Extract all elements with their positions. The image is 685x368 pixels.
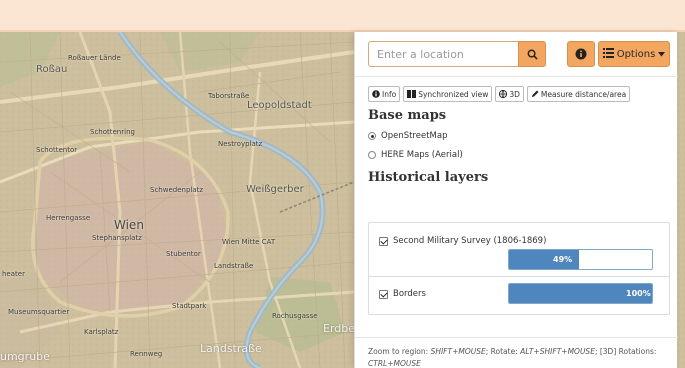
search-icon	[527, 45, 538, 64]
tab-3d[interactable]: 3D	[495, 86, 524, 102]
tab-measure[interactable]: Measure distance/area	[526, 86, 631, 102]
opacity-slider-borders[interactable]: 100%	[508, 283, 653, 304]
tab-label: Synchronized view	[418, 89, 489, 99]
tab-label: Measure distance/area	[540, 89, 627, 99]
map-label: Schottenring	[90, 128, 135, 136]
map-label: Herrengasse	[46, 214, 91, 222]
layer-row-military-survey: Second Military Survey (1806-1869)	[379, 236, 546, 246]
map-label: Nestroyplatz	[218, 140, 263, 148]
options-label: Options	[616, 48, 656, 60]
layer-label: Borders	[393, 289, 426, 299]
base-map-label: HERE Maps (Aerial)	[381, 150, 463, 160]
opacity-value: 100%	[626, 289, 651, 298]
list-icon	[602, 47, 614, 61]
search-button[interactable]	[518, 41, 546, 67]
options-button[interactable]: Options	[598, 41, 670, 67]
map-label: Rennweg	[130, 350, 163, 358]
app-root: Roßauer Lände Roßau Taborstraße Leopolds…	[0, 0, 685, 368]
radio-selected[interactable]	[368, 132, 376, 140]
hint-keys: ALT+SHIFT+MOUSE	[520, 347, 595, 356]
base-map-option-here[interactable]: HERE Maps (Aerial)	[368, 150, 463, 160]
keyboard-hints: Zoom to region: SHIFT+MOUSE; Rotate: ALT…	[368, 346, 668, 368]
map-label: Schottentor	[36, 146, 78, 154]
map-label: Wien Mitte CAT	[222, 238, 276, 246]
pencil-icon	[531, 90, 539, 98]
historical-layers-title: Historical layers	[368, 170, 489, 185]
hint-text: ; Rotate:	[485, 347, 521, 356]
tab-label: Info	[382, 89, 397, 99]
globe-icon	[499, 90, 508, 98]
map-label: Stubentor	[166, 250, 201, 258]
map-label: umgrube	[0, 350, 50, 363]
hint-text: ; [3D] Rotations:	[594, 347, 657, 356]
map-label: Roßauer Lände	[68, 54, 121, 62]
map-label: Landstraße	[214, 262, 254, 270]
map-label: Museumsquartier	[8, 308, 70, 316]
map-label: heater	[2, 270, 25, 278]
map-label: Rochusgasse	[272, 312, 318, 320]
search-input[interactable]	[368, 41, 518, 67]
radio-unselected[interactable]	[368, 151, 376, 159]
info-icon	[575, 45, 587, 64]
tool-buttons: Info Synchronized view 3D Measure distan…	[368, 86, 631, 102]
map-label: Roßau	[36, 64, 68, 75]
map-label: Schwedenplatz	[150, 186, 204, 194]
layer-checkbox[interactable]	[379, 289, 388, 299]
base-maps-title: Base maps	[368, 108, 447, 123]
map-label: Erdbe	[323, 322, 356, 335]
base-map-label: OpenStreetMap	[381, 131, 448, 141]
panel-divider	[355, 76, 678, 77]
top-header	[0, 0, 685, 30]
info-button[interactable]	[567, 41, 595, 67]
base-map-option-osm[interactable]: OpenStreetMap	[368, 131, 447, 141]
map-label: Stephansplatz	[92, 234, 142, 242]
columns-icon	[407, 90, 417, 98]
opacity-value: 49%	[553, 255, 573, 264]
tab-info[interactable]: Info	[368, 86, 401, 102]
map-label: Stadtpark	[172, 302, 207, 310]
opacity-slider-military-survey[interactable]: 49%	[508, 249, 653, 270]
layer-checkbox[interactable]	[379, 236, 388, 246]
layer-separator	[369, 276, 669, 277]
hint-keys: CTRL+MOUSE	[368, 359, 421, 368]
hint-keys: SHIFT+MOUSE	[430, 347, 486, 356]
map-label: Taborstraße	[208, 92, 250, 100]
caret-down-icon	[658, 49, 666, 60]
tab-label: 3D	[509, 89, 520, 99]
footer-divider	[355, 337, 678, 338]
info-circle-icon	[372, 90, 380, 98]
map-label: Wien	[114, 218, 144, 232]
layers-panel: Options Info Synchronized view	[354, 32, 678, 368]
layer-label: Second Military Survey (1806-1869)	[393, 236, 547, 246]
tab-synchronized-view[interactable]: Synchronized view	[403, 86, 493, 102]
map-label: Karlsplatz	[84, 328, 119, 336]
map-label: Leopoldstadt	[247, 100, 312, 111]
historical-layers-list: Second Military Survey (1806-1869) 49% B…	[368, 222, 670, 315]
search-group	[368, 41, 546, 67]
map-label: Weißgerber	[246, 184, 304, 195]
hint-text: Zoom to region:	[368, 347, 431, 356]
map-label: Landstraße	[200, 342, 262, 355]
layer-row-borders: Borders	[379, 289, 426, 299]
